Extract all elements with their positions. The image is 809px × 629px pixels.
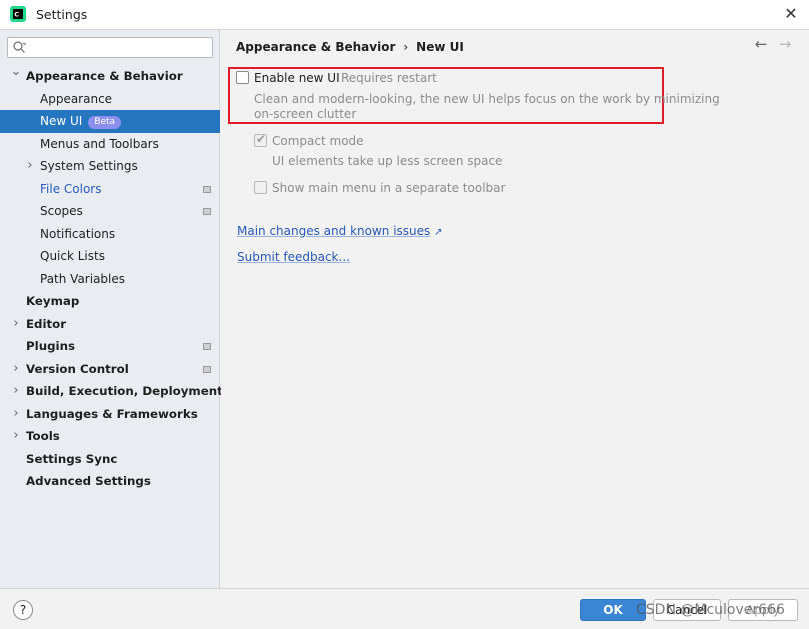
sidebar-item-scopes[interactable]: Scopes: [0, 200, 220, 223]
sidebar-item-build-execution-deployment[interactable]: › Build, Execution, Deployment: [0, 380, 223, 403]
breadcrumb: Appearance & Behavior › New UI: [236, 40, 464, 54]
breadcrumb-current: New UI: [416, 40, 464, 54]
apply-button[interactable]: Apply: [728, 599, 798, 621]
title-bar: C Settings ✕: [0, 0, 809, 30]
sidebar-item-label: Tools: [26, 429, 60, 443]
chevron-down-icon[interactable]: ⌄: [10, 61, 22, 83]
sidebar-item-label: Languages & Frameworks: [26, 406, 198, 421]
sidebar-item-plugins[interactable]: Plugins: [0, 335, 220, 358]
settings-content: Appearance & Behavior › New UI ← → Enable …: [221, 30, 809, 588]
search-icon: [13, 41, 26, 53]
project-level-icon: [203, 365, 211, 373]
sidebar-item-label: Version Control: [26, 361, 129, 376]
sidebar-item-label: Editor: [26, 316, 67, 331]
enable-new-ui-description-line2: on-screen clutter: [254, 107, 357, 121]
sidebar-item-version-control[interactable]: › Version Control: [0, 358, 220, 381]
help-button[interactable]: ?: [13, 600, 33, 620]
separate-toolbar-checkbox[interactable]: [254, 181, 267, 194]
compact-mode-description: UI elements take up less screen space: [272, 154, 503, 168]
compact-mode-label[interactable]: Compact mode: [272, 134, 364, 148]
checkmark-icon: ✔: [256, 132, 267, 146]
app-icon: C: [10, 6, 26, 22]
sidebar-item-editor[interactable]: › Editor: [0, 313, 220, 336]
chevron-right-icon[interactable]: ›: [10, 358, 22, 380]
sidebar-item-path-variables[interactable]: Path Variables: [0, 268, 220, 291]
chevron-right-icon[interactable]: ›: [10, 313, 22, 335]
sidebar-item-languages-frameworks[interactable]: › Languages & Frameworks: [0, 403, 220, 426]
settings-tree: ⌄ Appearance & Behavior Appearance New UI Be…: [0, 64, 223, 493]
sidebar-item-appearance-behavior[interactable]: ⌄ Appearance & Behavior: [0, 64, 220, 88]
svg-text:C: C: [14, 11, 19, 19]
back-arrow-icon[interactable]: ←: [753, 36, 769, 52]
sidebar-item-settings-sync[interactable]: Settings Sync: [0, 448, 220, 471]
sidebar-item-new-ui[interactable]: New UI Beta: [0, 110, 220, 133]
chevron-right-icon[interactable]: ›: [10, 403, 22, 425]
sidebar-item-label: Keymap: [26, 294, 80, 308]
external-link-icon: ↗: [434, 227, 443, 238]
window-title: Settings: [36, 7, 88, 22]
sidebar-item-label: System Settings: [40, 159, 138, 173]
project-level-icon: [203, 185, 211, 193]
cancel-button[interactable]: Cancel: [653, 599, 721, 621]
sidebar-item-label: Quick Lists: [40, 249, 105, 263]
close-icon[interactable]: ✕: [781, 4, 801, 24]
sidebar-item-label: Advanced Settings: [26, 474, 151, 488]
sidebar-item-quick-lists[interactable]: Quick Lists: [0, 245, 220, 268]
sidebar-item-appearance[interactable]: Appearance: [0, 88, 220, 111]
sidebar-item-label: Notifications: [40, 226, 116, 241]
sidebar-item-tools[interactable]: › Tools: [0, 425, 220, 448]
chevron-right-icon[interactable]: ›: [24, 155, 36, 177]
sidebar-item-label: New UI Beta: [40, 110, 122, 133]
sidebar-item-label: Settings Sync: [26, 451, 118, 466]
sidebar-item-label: Menus and Toolbars: [40, 136, 159, 151]
sidebar-item-label: Appearance & Behavior: [26, 69, 183, 83]
sidebar-item-label: Plugins: [26, 339, 75, 353]
project-level-icon: [203, 208, 211, 215]
compact-mode-checkbox[interactable]: ✔: [254, 132, 267, 147]
main-changes-link-text[interactable]: Main changes and known issues: [237, 224, 430, 238]
settings-sidebar: ⌄ Appearance & Behavior Appearance New UI Be…: [0, 30, 223, 588]
enable-new-ui-checkbox[interactable]: [236, 71, 249, 84]
sidebar-item-notifications[interactable]: Notifications: [0, 223, 220, 246]
breadcrumb-parent[interactable]: Appearance & Behavior: [236, 40, 395, 54]
main-changes-link[interactable]: Main changes and known issues ↗: [237, 224, 443, 238]
search-input[interactable]: [7, 37, 213, 58]
sidebar-item-label: Path Variables: [40, 271, 126, 286]
forward-arrow-icon[interactable]: →: [777, 36, 793, 52]
chevron-right-icon[interactable]: ›: [10, 380, 22, 402]
enable-new-ui-label[interactable]: Enable new UI: [254, 71, 340, 85]
sidebar-item-label: Build, Execution, Deployment: [26, 384, 223, 398]
sidebar-item-label: Appearance: [40, 91, 113, 106]
requires-restart-note: Requires restart: [341, 71, 437, 85]
ok-button[interactable]: OK: [580, 599, 646, 621]
submit-feedback-link[interactable]: Submit feedback...: [237, 250, 350, 264]
beta-badge: Beta: [88, 116, 122, 129]
sidebar-item-label: Scopes: [40, 204, 83, 218]
sidebar-item-advanced-settings[interactable]: Advanced Settings: [0, 470, 220, 493]
project-level-icon: [203, 343, 211, 350]
breadcrumb-separator: ›: [403, 40, 409, 54]
sidebar-item-file-colors[interactable]: File Colors: [0, 178, 220, 201]
sidebar-item-system-settings[interactable]: › System Settings: [0, 155, 220, 178]
sidebar-item-keymap[interactable]: Keymap: [0, 290, 220, 313]
enable-new-ui-description-line1: Clean and modern-looking, the new UI hel…: [254, 92, 720, 106]
sidebar-item-menus-and-toolbars[interactable]: Menus and Toolbars: [0, 133, 220, 156]
sidebar-item-label: File Colors: [40, 181, 102, 196]
separate-toolbar-label[interactable]: Show main menu in a separate toolbar: [272, 181, 505, 195]
chevron-right-icon[interactable]: ›: [10, 425, 22, 447]
dialog-footer: ? OK Cancel Apply CSDN @Mculover666: [0, 588, 809, 629]
